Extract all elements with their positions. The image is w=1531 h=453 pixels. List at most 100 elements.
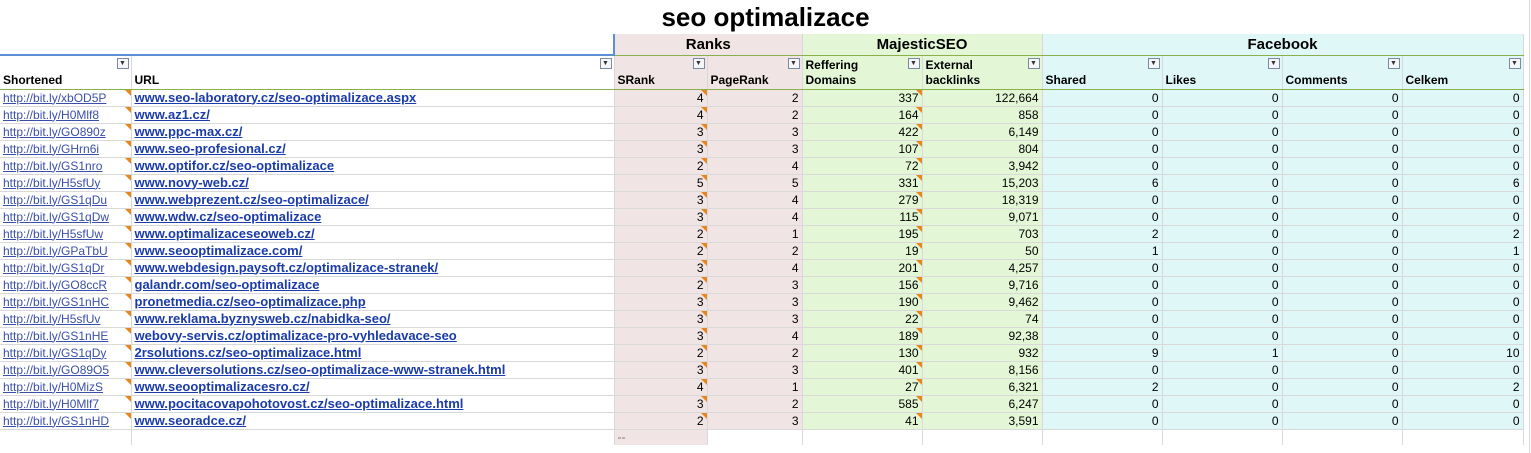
cell-reffering-domains[interactable]: 401 xyxy=(802,361,923,379)
cell-pagerank[interactable]: 1 xyxy=(707,378,803,396)
cell-url[interactable]: www.reklama.byznysweb.cz/nabidka-seo/ xyxy=(131,310,615,328)
cell-srank[interactable]: 3 xyxy=(614,208,708,226)
cell-comments[interactable]: 0 xyxy=(1282,140,1403,158)
cell-celkem[interactable]: 6 xyxy=(1402,174,1524,192)
cell-celkem[interactable]: 0 xyxy=(1402,259,1524,277)
cell-srank[interactable]: 4 xyxy=(614,378,708,396)
cell-likes[interactable]: 0 xyxy=(1162,174,1283,192)
empty-cell[interactable] xyxy=(922,429,1043,445)
cell-shortened[interactable]: http://bit.ly/GS1nro xyxy=(0,157,132,175)
cell-comments[interactable]: 0 xyxy=(1282,293,1403,311)
cell-celkem[interactable]: 0 xyxy=(1402,191,1524,209)
cell-comments[interactable]: 0 xyxy=(1282,89,1403,107)
cell-likes[interactable]: 0 xyxy=(1162,361,1283,379)
cell-shortened[interactable]: http://bit.ly/GS1qDr xyxy=(0,259,132,277)
cell-external-backlinks[interactable]: 6,247 xyxy=(922,395,1043,413)
cell-pagerank[interactable]: 3 xyxy=(707,140,803,158)
cell-reffering-domains[interactable]: 190 xyxy=(802,293,923,311)
cell-pagerank[interactable]: 2 xyxy=(707,106,803,124)
cell-pagerank[interactable]: 2 xyxy=(707,395,803,413)
cell-celkem[interactable]: 0 xyxy=(1402,157,1524,175)
cell-reffering-domains[interactable]: 422 xyxy=(802,123,923,141)
cell-pagerank[interactable]: 3 xyxy=(707,123,803,141)
cell-external-backlinks[interactable]: 92,38 xyxy=(922,327,1043,345)
cell-pagerank[interactable]: 4 xyxy=(707,157,803,175)
empty-cell[interactable] xyxy=(1162,429,1283,445)
cell-url[interactable]: www.webprezent.cz/seo-optimalizace/ xyxy=(131,191,615,209)
cell-shortened[interactable]: http://bit.ly/H5sfUv xyxy=(0,310,132,328)
cell-celkem[interactable]: 0 xyxy=(1402,276,1524,294)
cell-external-backlinks[interactable]: 9,462 xyxy=(922,293,1043,311)
cell-likes[interactable]: 0 xyxy=(1162,140,1283,158)
cell-external-backlinks[interactable]: 3,591 xyxy=(922,412,1043,430)
cell-shortened[interactable]: http://bit.ly/GO89O5 xyxy=(0,361,132,379)
cell-comments[interactable]: 0 xyxy=(1282,327,1403,345)
cell-url[interactable]: www.ppc-max.cz/ xyxy=(131,123,615,141)
cell-likes[interactable]: 0 xyxy=(1162,395,1283,413)
cell-external-backlinks[interactable]: 6,149 xyxy=(922,123,1043,141)
cell-url[interactable]: www.optifor.cz/seo-optimalizace xyxy=(131,157,615,175)
cell-comments[interactable]: 0 xyxy=(1282,106,1403,124)
cell-srank[interactable]: 5 xyxy=(614,174,708,192)
cell-likes[interactable]: 1 xyxy=(1162,344,1283,362)
cell-reffering-domains[interactable]: 27 xyxy=(802,378,923,396)
group-blank-cell[interactable] xyxy=(0,34,615,56)
cell-reffering-domains[interactable]: 22 xyxy=(802,310,923,328)
dropdown-arrow-icon[interactable]: ▼ xyxy=(1267,57,1280,69)
cell-url[interactable]: galandr.com/seo-optimalizace xyxy=(131,276,615,294)
cell-srank[interactable]: 3 xyxy=(614,361,708,379)
cell-reffering-domains[interactable]: 195 xyxy=(802,225,923,243)
cell-url[interactable]: www.novy-web.cz/ xyxy=(131,174,615,192)
cell-srank[interactable]: 4 xyxy=(614,89,708,107)
cell-comments[interactable]: 0 xyxy=(1282,310,1403,328)
cell-shortened[interactable]: http://bit.ly/GS1qDw xyxy=(0,208,132,226)
cell-srank[interactable]: 2 xyxy=(614,276,708,294)
cell-shared[interactable]: 2 xyxy=(1042,378,1163,396)
cell-url[interactable]: www.webdesign.paysoft.cz/optimalizace-st… xyxy=(131,259,615,277)
cell-pagerank[interactable]: 4 xyxy=(707,327,803,345)
cell-comments[interactable]: 0 xyxy=(1282,276,1403,294)
cell-celkem[interactable]: 2 xyxy=(1402,225,1524,243)
cell-url[interactable]: www.seooptimalizacesro.cz/ xyxy=(131,378,615,396)
cell-celkem[interactable]: 10 xyxy=(1402,344,1524,362)
cell-pagerank[interactable]: 3 xyxy=(707,361,803,379)
cell-external-backlinks[interactable]: 8,156 xyxy=(922,361,1043,379)
cell-celkem[interactable]: 0 xyxy=(1402,140,1524,158)
cell-shortened[interactable]: http://bit.ly/H0Mlf7 xyxy=(0,395,132,413)
cell-likes[interactable]: 0 xyxy=(1162,225,1283,243)
cell-shared[interactable]: 0 xyxy=(1042,310,1163,328)
cell-srank[interactable]: 2 xyxy=(614,242,708,260)
cell-comments[interactable]: 0 xyxy=(1282,242,1403,260)
cell-shared[interactable]: 2 xyxy=(1042,225,1163,243)
cell-reffering-domains[interactable]: 164 xyxy=(802,106,923,124)
cell-srank[interactable]: 4 xyxy=(614,106,708,124)
cell-url[interactable]: webovy-servis.cz/optimalizace-pro-vyhled… xyxy=(131,327,615,345)
cell-shortened[interactable]: http://bit.ly/H5sfUy xyxy=(0,174,132,192)
cell-pagerank[interactable]: 2 xyxy=(707,344,803,362)
cell-reffering-domains[interactable]: 189 xyxy=(802,327,923,345)
cell-pagerank[interactable]: 2 xyxy=(707,242,803,260)
cell-srank[interactable]: 3 xyxy=(614,191,708,209)
cell-pagerank[interactable]: 1 xyxy=(707,225,803,243)
dropdown-arrow-icon[interactable]: ▼ xyxy=(907,57,920,69)
cell-external-backlinks[interactable]: 703 xyxy=(922,225,1043,243)
cell-url[interactable]: www.seo-profesional.cz/ xyxy=(131,140,615,158)
cell-srank[interactable]: 2 xyxy=(614,157,708,175)
dropdown-arrow-icon[interactable]: ▼ xyxy=(1027,57,1040,69)
cell-reffering-domains[interactable]: 585 xyxy=(802,395,923,413)
empty-cell[interactable] xyxy=(1042,429,1163,445)
cell-comments[interactable]: 0 xyxy=(1282,395,1403,413)
cell-pagerank[interactable]: 5 xyxy=(707,174,803,192)
cell-shared[interactable]: 0 xyxy=(1042,395,1163,413)
cell-shortened[interactable]: http://bit.ly/H0Mlf8 xyxy=(0,106,132,124)
cell-comments[interactable]: 0 xyxy=(1282,412,1403,430)
cell-external-backlinks[interactable]: 18,319 xyxy=(922,191,1043,209)
cell-shared[interactable]: 0 xyxy=(1042,106,1163,124)
cell-shortened[interactable]: http://bit.ly/H0MizS xyxy=(0,378,132,396)
cell-pagerank[interactable]: 3 xyxy=(707,293,803,311)
empty-cell[interactable] xyxy=(1402,429,1524,445)
cell-pagerank[interactable]: 4 xyxy=(707,191,803,209)
cell-likes[interactable]: 0 xyxy=(1162,157,1283,175)
cell-shared[interactable]: 0 xyxy=(1042,327,1163,345)
empty-cell[interactable] xyxy=(0,429,132,445)
